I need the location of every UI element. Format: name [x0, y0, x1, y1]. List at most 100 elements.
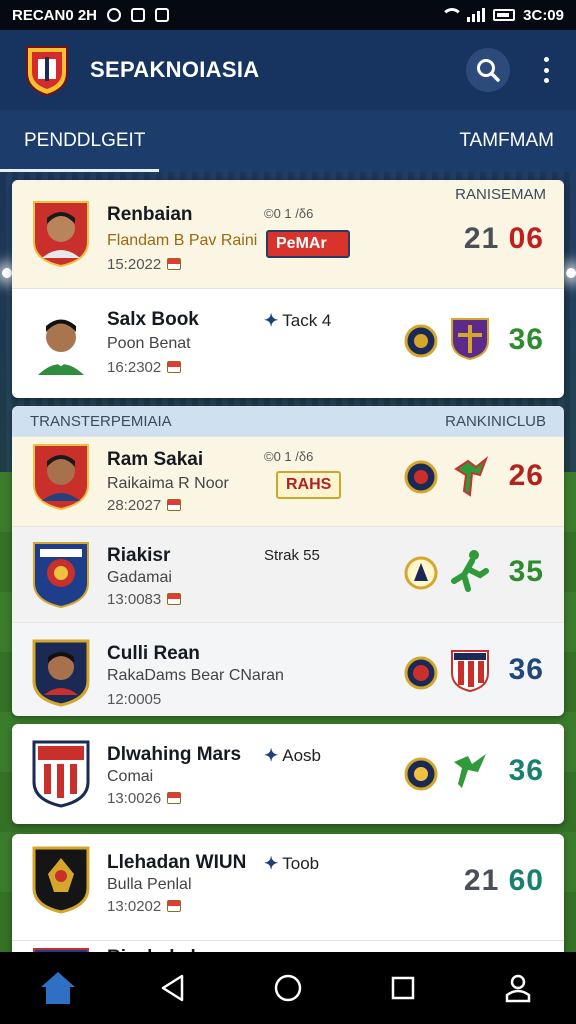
- player-name: Ram Sakai: [107, 449, 204, 470]
- club-crest-icon: [451, 650, 489, 693]
- score: 36: [508, 323, 544, 356]
- flag-icon: [167, 593, 182, 605]
- tab-primary[interactable]: PENDDLGEIT: [0, 110, 160, 172]
- status-bar: RECAN0 2H 3C:09: [0, 0, 576, 30]
- avatar: [30, 738, 92, 808]
- bottom-nav: [0, 952, 576, 1024]
- player-detail: Comai: [107, 768, 154, 785]
- player-name: Llehadan WIUN: [107, 852, 247, 873]
- player-detail: Poon Benat: [107, 335, 191, 352]
- floodlight: [2, 268, 12, 278]
- club-crest-icon: [404, 656, 438, 690]
- avatar: [30, 307, 92, 377]
- pin-icon: ✦: [264, 311, 279, 330]
- player-date: 15:2022: [107, 256, 182, 273]
- battery-icon: [493, 9, 516, 21]
- player-detail: Gadamai: [107, 569, 172, 586]
- avatar: [30, 198, 92, 268]
- pin-icon: ✦: [264, 854, 279, 873]
- match-meta: ©0 1 /δ6: [264, 449, 314, 464]
- score: 35: [508, 555, 544, 588]
- recents-button[interactable]: [379, 964, 427, 1012]
- player-name: Renbaian: [107, 204, 193, 225]
- list-item[interactable]: Dlwahing Mars Comai 13:0026 ✦ Aosb 36: [12, 724, 564, 824]
- player-date: 13:0083: [107, 591, 182, 608]
- player-detail: Flandam B Pav Raini: [107, 232, 258, 249]
- player-date: 13:0026: [107, 790, 182, 807]
- back-icon: [161, 974, 184, 1002]
- flag-icon: [167, 900, 182, 912]
- player-date: 16:2302: [107, 359, 182, 376]
- jersey-icon: [454, 455, 489, 497]
- flag-icon: [167, 499, 182, 511]
- match-meta: ✦ Tack 4: [264, 311, 332, 330]
- home-button[interactable]: [34, 964, 82, 1012]
- flag-icon: [167, 258, 182, 270]
- transfer-card: TRANSTERPEMIAIA RANKINICLUB Ram Sakai Ra…: [12, 406, 564, 716]
- player-detail: Bulla Penlal: [107, 876, 192, 893]
- list-item[interactable]: Riakisr Gadamai 13:0083 Strak 55 35: [12, 526, 564, 622]
- match-card: Llehadan WIUN Bulla Penlal 13:0202 ✦ Toob…: [12, 834, 564, 964]
- player-date: 12:0005: [107, 691, 162, 708]
- back-button[interactable]: [149, 964, 197, 1012]
- match-card: Dlwahing Mars Comai 13:0026 ✦ Aosb 36: [12, 724, 564, 824]
- profile-button[interactable]: [494, 964, 542, 1012]
- club-crest-icon: [404, 460, 438, 494]
- flag-icon: [167, 361, 182, 373]
- floodlight: [566, 268, 576, 278]
- player-date: 28:2027: [107, 497, 182, 514]
- list-item[interactable]: RANISEMAM Renbaian Flandam B Pav Raini 1…: [12, 180, 564, 288]
- app-logo: [24, 43, 70, 97]
- search-button[interactable]: [466, 48, 510, 92]
- score: 36: [508, 653, 544, 686]
- player-name: Culli Rean: [107, 643, 200, 664]
- club-crest-icon: [404, 757, 438, 791]
- notification-icon: [107, 8, 122, 22]
- search-icon: [477, 59, 500, 82]
- notification-icon: [131, 8, 146, 22]
- avatar: [30, 844, 92, 914]
- status-badge: PeMAr: [266, 230, 350, 258]
- list-item[interactable]: Culli Rean RakaDams Bear CNaran 12:0005 …: [12, 622, 564, 716]
- score: 21 06: [463, 222, 544, 255]
- jersey-icon: [454, 754, 486, 788]
- player-kick-icon: [451, 550, 489, 592]
- pin-icon: ✦: [264, 746, 279, 765]
- profile-icon: [506, 974, 531, 1003]
- club-crest-icon: [404, 556, 438, 590]
- section-title-right: RANKINICLUB: [445, 412, 546, 430]
- carrier-text: RECAN0 2H: [12, 6, 98, 24]
- club-crest-icon: [451, 318, 489, 361]
- app-title: SEPAKNOIASIA: [90, 57, 260, 82]
- list-item[interactable]: Salx Book Poon Benat 16:2302 ✦ Tack 4 36: [12, 288, 564, 398]
- home-circle-button[interactable]: [264, 964, 312, 1012]
- section-title: TRANSTERPEMIAIA: [30, 412, 172, 430]
- signal-icon: [467, 8, 486, 22]
- list-item[interactable]: Ram Sakai Raikaima R Noor 28:2027 ©0 1 /…: [12, 436, 564, 526]
- tab-secondary[interactable]: TAMFMAM: [459, 110, 554, 172]
- more-vert-icon[interactable]: [540, 57, 552, 83]
- score: 36: [508, 754, 544, 787]
- section-header-right: RANISEMAM: [455, 186, 546, 203]
- player-name: Riakisr: [107, 545, 171, 566]
- match-meta: Strak 55: [264, 547, 320, 564]
- player-name: Salx Book: [107, 309, 199, 330]
- avatar: [30, 637, 92, 707]
- match-meta: ✦ Aosb: [264, 746, 321, 765]
- club-crest-icon: [404, 324, 438, 358]
- app-bar: SEPAKNOIASIA: [0, 30, 576, 110]
- match-meta: ✦ Toob: [264, 854, 320, 873]
- flag-icon: [167, 792, 182, 804]
- circle-home-icon: [274, 974, 302, 1002]
- match-meta: ©0 1 /δ6: [264, 206, 314, 221]
- recents-icon: [391, 976, 415, 1000]
- section-header: TRANSTERPEMIAIA RANKINICLUB: [12, 406, 564, 436]
- notification-icon: [155, 8, 170, 22]
- score: 26: [508, 459, 544, 492]
- player-detail: RakaDams Bear CNaran: [107, 667, 284, 684]
- list-item[interactable]: Llehadan WIUN Bulla Penlal 13:0202 ✦ Toob…: [12, 834, 564, 940]
- player-detail: Raikaima R Noor: [107, 475, 229, 492]
- player-name: Dlwahing Mars: [107, 744, 242, 765]
- match-card: RANISEMAM Renbaian Flandam B Pav Raini 1…: [12, 180, 564, 398]
- score: 21 60: [463, 864, 544, 897]
